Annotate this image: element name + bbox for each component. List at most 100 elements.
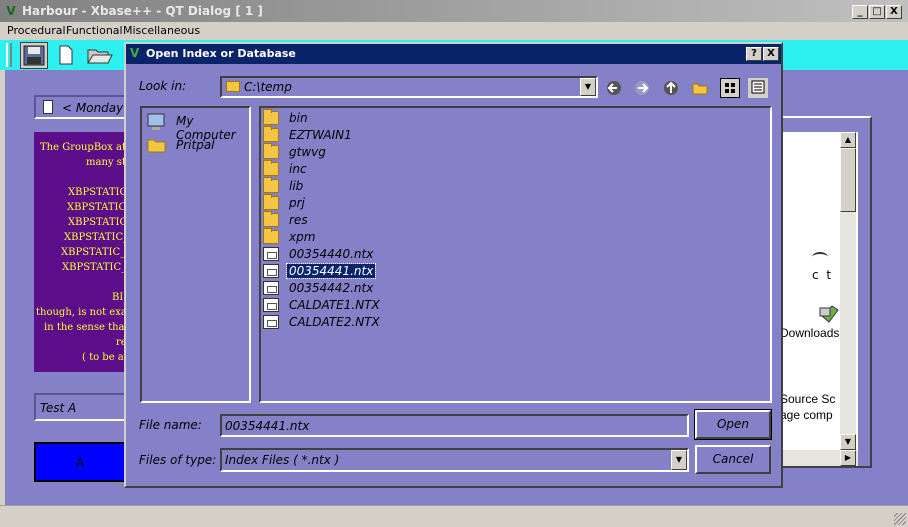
groupbox-line: The GroupBox at bbox=[40, 142, 127, 153]
groupbox-line: many st bbox=[86, 157, 126, 168]
chevron-down-icon[interactable]: ▼ bbox=[671, 450, 687, 470]
dialog-title: Open Index or Database bbox=[146, 47, 296, 60]
minimize-button[interactable]: _ bbox=[852, 5, 868, 19]
test-field[interactable]: Test A bbox=[34, 393, 134, 421]
open-tool-button[interactable] bbox=[84, 42, 113, 69]
floppy-icon bbox=[23, 45, 45, 66]
date-edit-text: < Monday bbox=[62, 101, 124, 115]
menu-functional[interactable]: Functional bbox=[66, 24, 123, 37]
file-name: CALDATE2.NTX bbox=[289, 315, 380, 329]
back-icon[interactable] bbox=[604, 78, 624, 98]
folder-icon bbox=[263, 194, 279, 210]
maximize-button[interactable]: □ bbox=[869, 5, 885, 19]
app-logo-icon: V bbox=[6, 4, 16, 18]
files-of-type-value: Index Files ( *.ntx ) bbox=[225, 453, 340, 467]
dialog-title-bar: V Open Index or Database ? X bbox=[126, 44, 781, 64]
help-button[interactable]: ? bbox=[746, 47, 762, 61]
file-icon bbox=[263, 281, 279, 295]
list-view-icon[interactable] bbox=[720, 78, 740, 98]
look-in-label: Look in: bbox=[139, 79, 187, 93]
sidebar-item-label: Pritpal bbox=[176, 138, 215, 152]
menu-procedural[interactable]: Procedural bbox=[7, 24, 66, 37]
files-of-type-label: Files of type: bbox=[139, 453, 217, 467]
file-name-value: 00354441.ntx bbox=[225, 419, 310, 433]
main-title-bar: V Harbour - Xbase++ - QT Dialog [ 1 ] _ … bbox=[0, 0, 908, 22]
new-tool-button[interactable] bbox=[52, 42, 80, 69]
toolbar-grip[interactable] bbox=[6, 43, 12, 67]
groupbox: The GroupBox at many st XBPSTATIC XBPSTA… bbox=[34, 132, 130, 372]
groupbox-line: in the sense that bbox=[44, 322, 129, 333]
groupbox-line: XBPSTATIC bbox=[67, 202, 127, 213]
menu-bar: Procedural Functional Miscellaneous bbox=[0, 22, 908, 40]
logo-arc bbox=[812, 252, 828, 262]
resize-grip-icon[interactable] bbox=[894, 513, 906, 525]
blue-button[interactable]: A bbox=[34, 442, 134, 482]
forward-icon[interactable] bbox=[632, 78, 652, 98]
open-button[interactable]: Open bbox=[694, 409, 772, 440]
computer-icon bbox=[146, 112, 168, 130]
close-button[interactable]: X bbox=[886, 5, 902, 19]
browser-text-page: age comp bbox=[782, 408, 833, 422]
scroll-up-arrow-icon[interactable]: ▲ bbox=[840, 132, 856, 148]
file-name: inc bbox=[289, 162, 307, 176]
folder-icon bbox=[263, 160, 279, 176]
sidebar-item-my-computer[interactable]: My Computer bbox=[146, 112, 250, 142]
file-name-label: File name: bbox=[139, 418, 202, 432]
dialog-close-button[interactable]: X bbox=[763, 47, 779, 61]
open-folder-icon bbox=[87, 49, 113, 64]
download-icon bbox=[818, 302, 840, 324]
file-name: CALDATE1.NTX bbox=[289, 298, 380, 312]
file-icon bbox=[263, 264, 279, 278]
file-icon bbox=[263, 298, 279, 312]
groupbox-line: XBPSTATIC_ bbox=[61, 247, 126, 258]
window-title: Harbour - Xbase++ - QT Dialog [ 1 ] bbox=[22, 4, 263, 18]
groupbox-line: ( to be ad bbox=[82, 352, 130, 363]
sidebar-item-pritpal[interactable]: Pritpal bbox=[146, 136, 250, 154]
groupbox-line: though, is not exac bbox=[36, 307, 130, 318]
chevron-down-icon[interactable]: ▼ bbox=[580, 78, 596, 96]
look-in-combo[interactable]: C:\temp ▼ bbox=[220, 76, 598, 98]
places-sidebar[interactable]: My Computer Pritpal bbox=[140, 106, 251, 403]
groupbox-line: XBPSTATIC bbox=[68, 187, 128, 198]
look-in-value: C:\temp bbox=[244, 80, 292, 94]
folder-icon bbox=[146, 136, 168, 154]
blue-button-label: A bbox=[76, 456, 85, 470]
groupbox-line: XBPSTATIC_ bbox=[62, 262, 127, 273]
save-tool-button[interactable] bbox=[20, 42, 48, 69]
scroll-right-arrow-icon[interactable]: ▶ bbox=[840, 450, 856, 466]
folder-icon bbox=[263, 177, 279, 193]
file-name-input[interactable]: 00354441.ntx bbox=[220, 414, 689, 437]
menu-miscellaneous[interactable]: Miscellaneous bbox=[123, 24, 200, 37]
files-of-type-combo[interactable]: Index Files ( *.ntx ) ▼ bbox=[220, 448, 689, 472]
file-icon bbox=[263, 315, 279, 329]
file-name: gtwvg bbox=[289, 145, 326, 159]
file-name: res bbox=[289, 213, 308, 227]
groupbox-line: BI bbox=[112, 292, 124, 303]
new-document-icon bbox=[59, 45, 73, 65]
new-folder-icon[interactable] bbox=[690, 78, 710, 98]
browser-vertical-scrollbar[interactable]: ▲ ▼ bbox=[840, 132, 856, 452]
up-folder-icon[interactable] bbox=[661, 78, 681, 98]
folder-icon bbox=[226, 81, 240, 92]
scroll-down-arrow-icon[interactable]: ▼ bbox=[840, 434, 856, 450]
file-name: prj bbox=[289, 196, 305, 210]
date-edit[interactable]: < Monday bbox=[34, 95, 134, 119]
browser-text-ct: c t bbox=[812, 268, 834, 282]
file-list[interactable]: bin EZTWAIN1 gtwvg inc lib prj res xpm 0… bbox=[259, 106, 772, 403]
file-name: 00354442.ntx bbox=[289, 281, 374, 295]
folder-icon bbox=[263, 211, 279, 227]
file-name: EZTWAIN1 bbox=[289, 128, 352, 142]
cancel-button[interactable]: Cancel bbox=[695, 445, 771, 474]
file-name: lib bbox=[289, 179, 304, 193]
detail-view-icon[interactable] bbox=[748, 78, 768, 98]
file-name: xpm bbox=[289, 230, 316, 244]
browser-text-downloads[interactable]: Downloads bbox=[782, 326, 839, 340]
groupbox-line: XBPSTATIC_ bbox=[64, 232, 129, 243]
browser-horizontal-scrollbar[interactable]: ▶ bbox=[782, 450, 858, 466]
file-name: 00354441.ntx bbox=[285, 263, 377, 279]
folder-icon bbox=[263, 228, 279, 244]
folder-icon bbox=[263, 143, 279, 159]
test-field-value: Test A bbox=[40, 401, 77, 415]
scroll-thumb[interactable] bbox=[840, 148, 856, 212]
groupbox-line: XBPSTATIC bbox=[68, 217, 128, 228]
